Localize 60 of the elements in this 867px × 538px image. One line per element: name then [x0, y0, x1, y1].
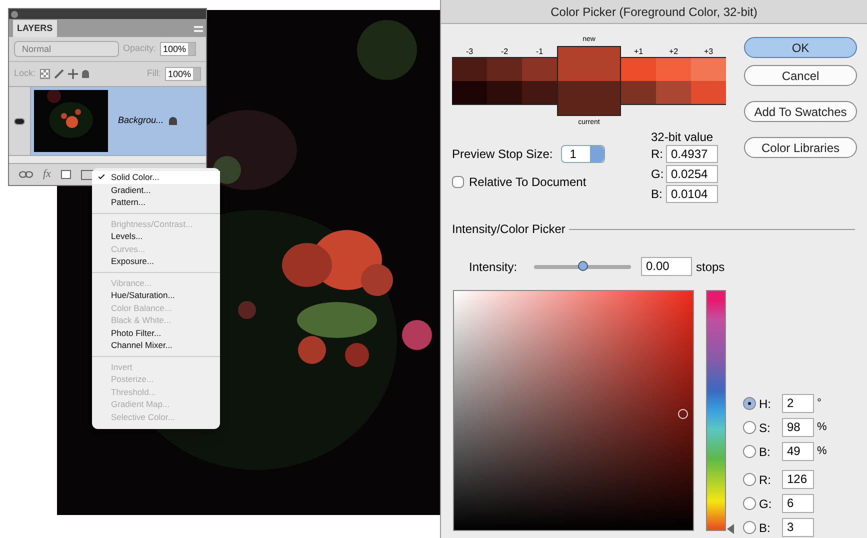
value-field[interactable]: 0.0254 [666, 165, 718, 183]
window-title: Color Picker (Foreground Color, 32-bit) [441, 0, 867, 24]
value-field[interactable]: 126 [782, 470, 814, 489]
value-field[interactable]: 49 [782, 442, 814, 461]
channel-label: B: [759, 520, 772, 536]
stop-label: +3 [702, 46, 714, 58]
checkbox-label: Relative To Document [469, 174, 586, 191]
value-field[interactable]: 0.4937 [666, 145, 718, 163]
unit-label: ° [817, 396, 822, 412]
hue-marker-icon[interactable] [727, 524, 734, 534]
radio-button[interactable] [743, 497, 756, 510]
stop-size-dropdown[interactable]: 1 [560, 145, 605, 163]
dialog-button[interactable]: Cancel [744, 65, 857, 86]
channel-label: B: [759, 444, 772, 460]
radio-button[interactable] [743, 445, 756, 458]
value-field[interactable]: 6 [782, 494, 814, 513]
channel-label: B: [651, 186, 663, 203]
value-field[interactable]: 0.0104 [666, 185, 718, 203]
close-icon[interactable] [11, 10, 18, 18]
stop-label: -1 [534, 46, 544, 58]
stop-label: +1 [632, 46, 644, 58]
stop-label: -2 [500, 46, 510, 58]
dialog-button[interactable]: OK [744, 37, 857, 58]
section-title: Intensity/Color Picker [452, 221, 566, 238]
channel-label: R: [759, 472, 772, 488]
intensity-field[interactable]: 0.00 [641, 257, 692, 276]
checkbox[interactable] [452, 176, 464, 188]
hue-slider[interactable] [706, 290, 734, 531]
value-field[interactable]: 2 [782, 394, 814, 413]
radio-button[interactable] [743, 421, 756, 434]
dialog-button[interactable]: Color Libraries [744, 137, 857, 158]
value-field[interactable]: 3 [782, 518, 814, 537]
value-field[interactable]: 98 [782, 418, 814, 437]
panel-tab[interactable]: LAYERS [13, 20, 57, 37]
value-heading: 32-bit value [651, 129, 714, 146]
slider-thumb[interactable] [578, 260, 588, 270]
stop-label: -3 [464, 46, 474, 58]
dialog-button[interactable]: Add To Swatches [744, 101, 857, 122]
transparency-lock-icon[interactable] [40, 69, 50, 79]
channel-label: G: [651, 166, 663, 183]
color-field[interactable] [453, 290, 694, 531]
blend-mode-value: Normal [22, 43, 52, 56]
lock-label: Lock: [14, 67, 36, 80]
link-icon[interactable] [19, 171, 33, 178]
radio-button[interactable] [743, 473, 756, 486]
intensity-label: Intensity: [469, 258, 518, 276]
eye-icon[interactable] [14, 118, 25, 124]
channel-label: S: [759, 420, 772, 436]
fx-button[interactable]: fx [43, 166, 51, 183]
unit-label: stops [696, 258, 725, 276]
color-marker [678, 409, 688, 419]
radio-button[interactable] [743, 521, 756, 534]
preview-stop-size-label: Preview Stop Size: [452, 146, 553, 163]
unit-label: % [817, 444, 827, 460]
channel-label: H: [759, 396, 772, 412]
channel-label: R: [651, 146, 663, 163]
radio-button[interactable] [743, 397, 756, 410]
unit-label: % [817, 420, 827, 436]
stop-label: +2 [668, 46, 680, 58]
channel-label: G: [759, 496, 773, 512]
